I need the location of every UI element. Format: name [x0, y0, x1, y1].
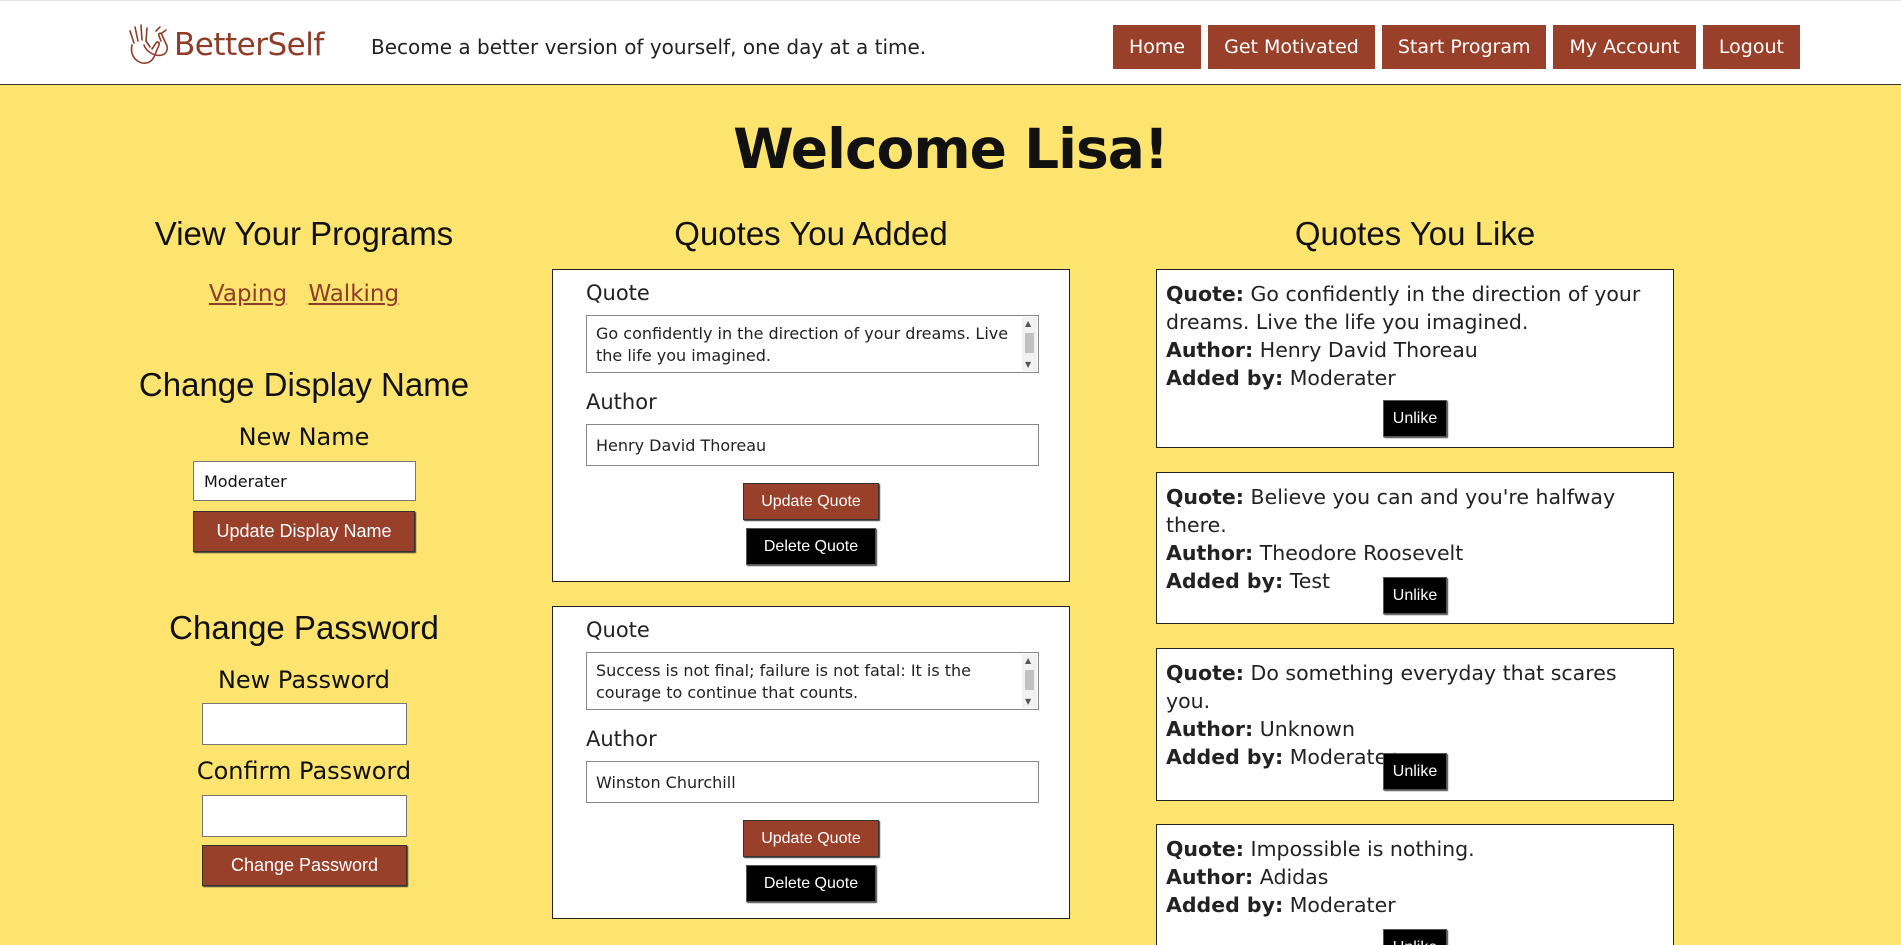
program-links: Vaping Walking — [0, 281, 608, 307]
unlike-button[interactable]: Unlike — [1383, 577, 1447, 614]
update-quote-button[interactable]: Update Quote — [743, 820, 879, 857]
liked-author-text: Theodore Roosevelt — [1259, 541, 1464, 565]
scroll-down-icon[interactable]: ▼ — [1025, 360, 1031, 370]
liked-added-by-line: Added by: Moderater — [1166, 891, 1664, 919]
liked-author-text: Adidas — [1259, 865, 1329, 889]
liked-author-text: Unknown — [1259, 717, 1355, 741]
author-label: Author — [586, 390, 657, 414]
quote-key: Quote: — [1166, 661, 1245, 685]
added-by-key: Added by: — [1166, 745, 1284, 769]
change-display-name-heading: Change Display Name — [138, 366, 470, 403]
liked-added-by-text: Moderater — [1289, 366, 1396, 390]
new-name-label: New Name — [238, 423, 370, 451]
scroll-up-icon[interactable]: ▲ — [1025, 319, 1031, 329]
program-link-vaping[interactable]: Vaping — [209, 281, 287, 307]
quote-text: Success is not final; failure is not fat… — [596, 661, 972, 702]
nav-my-account-button[interactable]: My Account — [1553, 25, 1696, 69]
quote-textarea[interactable]: Success is not final; failure is not fat… — [586, 652, 1039, 710]
liked-quote-card: Quote: Believe you can and you're halfwa… — [1156, 472, 1674, 624]
confirm-password-label: Confirm Password — [196, 757, 412, 785]
added-by-key: Added by: — [1166, 569, 1284, 593]
quote-key: Quote: — [1166, 837, 1245, 861]
quote-text: Go confidently in the direction of your … — [596, 324, 1009, 365]
liked-added-by-line: Added by: Moderater — [1166, 364, 1664, 392]
new-name-input[interactable]: Moderater — [193, 461, 416, 501]
liked-author-line: Author: Unknown — [1166, 715, 1664, 743]
added-quote-card: Quote Go confidently in the direction of… — [552, 269, 1070, 582]
author-key: Author: — [1166, 865, 1254, 889]
author-input[interactable]: Henry David Thoreau — [586, 424, 1039, 466]
change-password-button[interactable]: Change Password — [202, 845, 407, 886]
update-quote-button[interactable]: Update Quote — [743, 483, 879, 520]
author-input[interactable]: Winston Churchill — [586, 761, 1039, 803]
programs-heading: View Your Programs — [154, 215, 454, 252]
clapping-hands-icon — [129, 24, 169, 64]
liked-quote-text: Impossible is nothing. — [1250, 837, 1475, 861]
unlike-button[interactable]: Unlike — [1383, 929, 1447, 945]
quote-textarea[interactable]: Go confidently in the direction of your … — [586, 315, 1039, 373]
liked-author-line: Author: Henry David Thoreau — [1166, 336, 1664, 364]
author-key: Author: — [1166, 541, 1254, 565]
quotes-added-heading: Quotes You Added — [674, 215, 948, 252]
scroll-thumb[interactable] — [1025, 670, 1034, 690]
update-display-name-button[interactable]: Update Display Name — [193, 511, 415, 552]
unlike-button[interactable]: Unlike — [1383, 753, 1447, 790]
liked-added-by-text: Test — [1289, 569, 1331, 593]
liked-quote-line: Quote: Impossible is nothing. — [1166, 835, 1664, 863]
confirm-password-input[interactable] — [202, 795, 407, 837]
delete-quote-button[interactable]: Delete Quote — [746, 528, 876, 565]
quote-key: Quote: — [1166, 282, 1245, 306]
textarea-scrollbar[interactable]: ▲ ▼ — [1022, 317, 1037, 371]
added-by-key: Added by: — [1166, 893, 1284, 917]
new-password-input[interactable] — [202, 703, 407, 745]
brand-logo[interactable]: BetterSelf — [126, 21, 324, 69]
quote-label: Quote — [586, 281, 650, 305]
liked-quote-line: Quote: Do something everyday that scares… — [1166, 659, 1664, 715]
liked-quote-card: Quote: Impossible is nothing. Author: Ad… — [1156, 824, 1674, 945]
nav-home-button[interactable]: Home — [1113, 25, 1202, 69]
quote-key: Quote: — [1166, 485, 1245, 509]
scroll-down-icon[interactable]: ▼ — [1025, 697, 1031, 707]
liked-quote-line: Quote: Believe you can and you're halfwa… — [1166, 483, 1664, 539]
author-key: Author: — [1166, 717, 1254, 741]
welcome-heading: Welcome Lisa! — [733, 117, 1169, 181]
added-quote-card: Quote Success is not final; failure is n… — [552, 606, 1070, 919]
liked-quote-card: Quote: Go confidently in the direction o… — [1156, 269, 1674, 448]
scroll-up-icon[interactable]: ▲ — [1025, 656, 1031, 666]
new-password-label: New Password — [217, 666, 391, 694]
tagline: Become a better version of yourself, one… — [371, 35, 927, 59]
quote-label: Quote — [586, 618, 650, 642]
liked-quote-line: Quote: Go confidently in the direction o… — [1166, 280, 1664, 336]
unlike-button[interactable]: Unlike — [1383, 400, 1447, 437]
quotes-liked-heading: Quotes You Like — [1294, 215, 1536, 252]
main-nav: Home Get Motivated Start Program My Acco… — [1113, 25, 1800, 69]
nav-logout-button[interactable]: Logout — [1702, 25, 1800, 69]
liked-added-by-text: Moderater — [1289, 893, 1396, 917]
liked-quote-card: Quote: Do something everyday that scares… — [1156, 648, 1674, 801]
nav-start-program-button[interactable]: Start Program — [1381, 25, 1547, 69]
liked-author-line: Author: Theodore Roosevelt — [1166, 539, 1664, 567]
program-link-walking[interactable]: Walking — [308, 281, 399, 307]
nav-get-motivated-button[interactable]: Get Motivated — [1208, 25, 1375, 69]
added-by-key: Added by: — [1166, 366, 1284, 390]
liked-author-text: Henry David Thoreau — [1259, 338, 1478, 362]
scroll-thumb[interactable] — [1025, 333, 1034, 353]
textarea-scrollbar[interactable]: ▲ ▼ — [1022, 654, 1037, 708]
author-key: Author: — [1166, 338, 1254, 362]
delete-quote-button[interactable]: Delete Quote — [746, 865, 876, 902]
brand-name: BetterSelf — [174, 27, 324, 63]
change-password-heading: Change Password — [169, 609, 439, 646]
top-navbar: BetterSelf Become a better version of yo… — [0, 0, 1901, 85]
author-label: Author — [586, 727, 657, 751]
liked-added-by-text: Moderater — [1289, 745, 1396, 769]
liked-author-line: Author: Adidas — [1166, 863, 1664, 891]
